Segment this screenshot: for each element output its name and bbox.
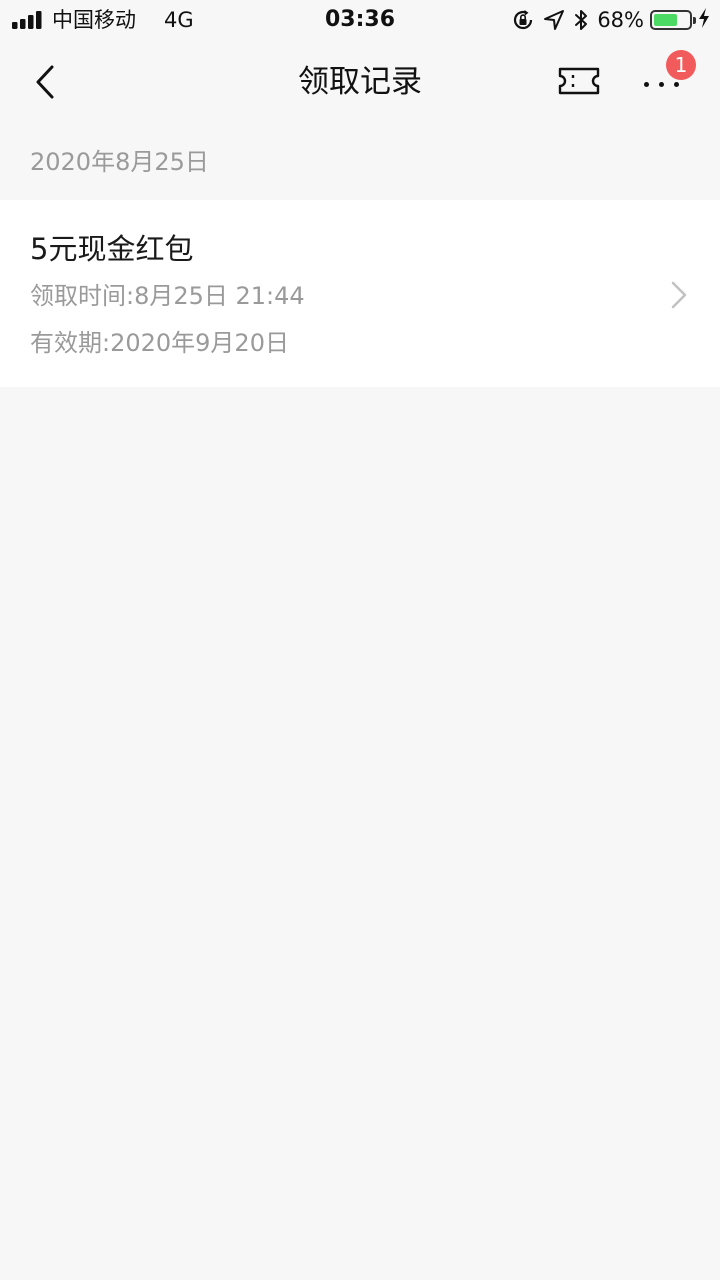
ticket-icon [558,67,600,95]
record-expiry: 有效期:2020年9月20日 [30,329,289,357]
status-right-group: 68% [511,6,710,34]
location-arrow-icon [543,9,565,31]
ticket-button[interactable] [556,64,602,98]
more-dots-icon [644,82,689,87]
section-date-header: 2020年8月25日 [30,148,209,176]
record-claim-time: 领取时间:8月25日 21:44 [30,282,305,310]
record-item[interactable]: 5元现金红包 领取时间:8月25日 21:44 有效期:2020年9月20日 [0,200,720,387]
chevron-right-icon [671,281,687,309]
battery-percent: 68% [597,8,644,32]
rotation-lock-icon [511,8,535,32]
notification-badge: 1 [666,50,696,80]
charging-icon [698,8,710,32]
page-title: 领取记录 [298,64,422,100]
status-bar: 中国移动 4G 03:36 68% [0,0,720,40]
bluetooth-icon [573,8,589,32]
record-title: 5元现金红包 [30,232,194,266]
more-button[interactable]: 1 [636,50,696,102]
nav-bar: 领取记录 1 [0,40,720,124]
battery-icon [650,10,696,30]
battery-fill [654,14,677,26]
